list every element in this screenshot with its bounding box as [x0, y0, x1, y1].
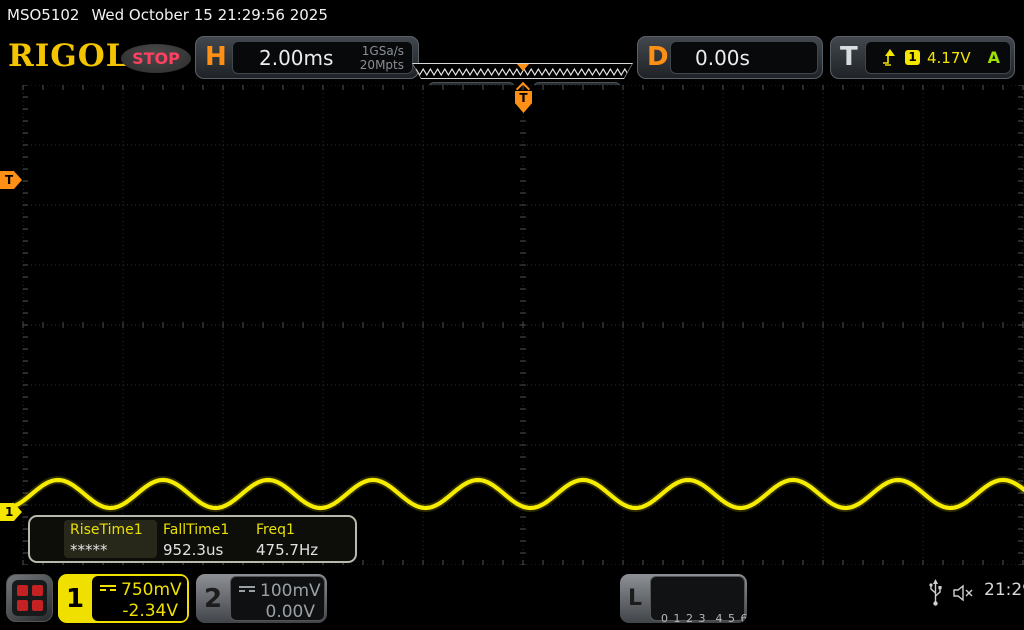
bottom-bar: 1 750mV -2.34V 2 100mV 0.00V L 0 1 2 3 4…: [0, 565, 1024, 630]
logic-channels: 0 1 2 3 4 5 6 7 8 9 1011 12131415: [650, 576, 747, 623]
delay-value: 0.00s: [695, 46, 750, 70]
channel2-offset: 0.00V: [265, 602, 315, 622]
channel2-body: 100mV 0.00V: [230, 576, 325, 622]
logic-label: L: [627, 586, 643, 611]
acquisition-status-badge: STOP: [121, 44, 191, 73]
measurement-falltime[interactable]: FallTime1 952.3us: [157, 520, 250, 559]
datetime-text: Wed October 15 21:29:56 2025: [91, 6, 328, 24]
waveform-overview-bar[interactable]: [412, 63, 633, 79]
trigger-label: T: [840, 42, 858, 72]
timebase-box: 2.00ms 1GSa/s 20Mpts: [232, 41, 413, 74]
sample-rate-depth: 1GSa/s 20Mpts: [360, 44, 404, 72]
trigger-mode-auto: A: [987, 48, 1000, 67]
measurement-name: RiseTime1: [70, 522, 143, 538]
speaker-mute-icon: [953, 584, 973, 602]
measurement-freq[interactable]: Freq1 475.7Hz: [250, 520, 343, 559]
oscilloscope-screen: MSO5102 Wed October 15 21:29:56 2025 RIGO…: [0, 0, 1024, 630]
channel1-widget[interactable]: 1 750mV -2.34V: [58, 574, 189, 623]
overview-trigger-position-icon: [517, 64, 529, 71]
model-name: MSO5102: [7, 6, 80, 24]
measurement-panel: RiseTime1 ***** FallTime1 952.3us Freq1 …: [28, 515, 357, 563]
dc-coupling-icon: [239, 586, 255, 596]
red-square: [31, 585, 43, 596]
measurement-name: FallTime1: [163, 522, 230, 538]
measurement-risetime[interactable]: RiseTime1 *****: [64, 520, 157, 559]
toolbar: RIGOL STOP H 2.00ms 1GSa/s 20Mpts Measur…: [0, 30, 1024, 109]
delay-label: D: [647, 42, 669, 72]
channel-grid-icon: [12, 580, 47, 616]
status-icons: [928, 579, 976, 607]
channel1-number: 1: [65, 583, 85, 614]
memory-depth: 20Mpts: [359, 58, 404, 72]
measurement-name: Freq1: [256, 522, 295, 538]
delay-box: 0.00s: [670, 41, 818, 74]
red-square: [16, 600, 28, 611]
clock-text: 21:29: [984, 580, 1024, 600]
channel2-widget[interactable]: 2 100mV 0.00V: [196, 574, 327, 623]
measurement-value: *****: [70, 541, 108, 559]
channel2-number: 2: [203, 583, 223, 614]
channel1-scale: 750mV: [121, 580, 182, 600]
waveform-display-area[interactable]: [0, 85, 1024, 565]
channel2-scale: 100mV: [260, 581, 321, 601]
logic-row1: 0 1 2 3 4 5 6 7: [661, 612, 747, 623]
red-square: [16, 585, 28, 596]
usb-icon: [929, 579, 942, 606]
red-square: [31, 600, 43, 611]
rigol-logo: RIGOL: [8, 38, 129, 74]
sample-rate: 1GSa/s: [361, 44, 404, 58]
delay-widget[interactable]: D 0.00s: [637, 36, 823, 79]
timebase-value: 2.00ms: [259, 46, 334, 70]
measurement-value: 475.7Hz: [256, 541, 319, 559]
trigger-level-value: 4.17V: [927, 48, 971, 67]
channel-grid-button[interactable]: [6, 574, 53, 622]
waveform-svg: [11, 476, 1024, 512]
title-bar: MSO5102 Wed October 15 21:29:56 2025: [0, 0, 1024, 30]
measurement-value: 952.3us: [163, 541, 224, 559]
rising-edge-icon: [883, 49, 895, 66]
trigger-source-badge: 1: [905, 50, 920, 65]
horizontal-timebase-widget[interactable]: H 2.00ms 1GSa/s 20Mpts: [195, 36, 419, 79]
horizontal-label: H: [205, 42, 227, 72]
trigger-box: 1 4.17V A: [865, 41, 1011, 74]
trigger-widget[interactable]: T 1 4.17V A: [830, 36, 1015, 79]
channel1-offset: -2.34V: [122, 601, 178, 621]
logic-analyzer-widget[interactable]: L 0 1 2 3 4 5 6 7 8 9 1011 12131415: [620, 574, 747, 623]
channel1-body: 750mV -2.34V: [92, 576, 187, 621]
measurement-spacer: [34, 520, 64, 558]
dc-coupling-icon: [100, 585, 116, 595]
